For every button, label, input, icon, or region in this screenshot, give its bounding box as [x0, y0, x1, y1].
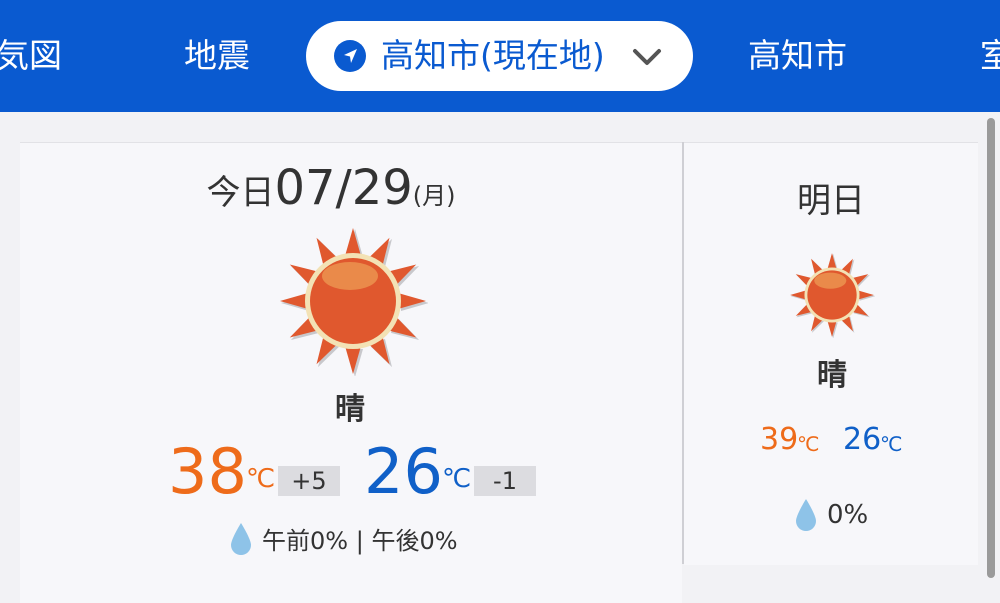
today-weekday: (月): [412, 182, 456, 210]
tab-earthquake[interactable]: 地震: [184, 33, 250, 79]
tab-kochi-city[interactable]: 高知市: [748, 33, 847, 79]
today-date-heading: 今日07/29(月): [0, 160, 662, 216]
tomorrow-weather-text: 晴: [817, 358, 847, 393]
tomorrow-high-unit: ℃: [797, 432, 820, 456]
current-location-label: 高知市(現在地): [381, 36, 605, 75]
today-high-unit: ℃: [246, 464, 276, 494]
today-rain-chance: 午前0% | 午後0%: [262, 524, 458, 558]
raindrop-icon: [231, 523, 251, 555]
location-arrow-icon: [334, 40, 366, 72]
sunny-icon: [790, 253, 875, 338]
today-low-temp: 26: [364, 435, 443, 508]
chevron-down-icon: [633, 49, 661, 65]
sunny-icon: [280, 228, 428, 376]
tomorrow-low-unit: ℃: [880, 432, 903, 456]
tomorrow-rain-chance: 0%: [827, 500, 869, 530]
today-high-temp: 38: [168, 435, 247, 508]
today-date: 07/29: [274, 160, 413, 216]
rain-am: 午前0%: [262, 527, 349, 555]
tomorrow-high-temp: 39: [760, 422, 799, 457]
today-low-diff: -1: [474, 466, 536, 496]
current-location-selector[interactable]: 高知市(現在地): [306, 21, 693, 91]
today-label: 今日: [206, 173, 275, 213]
raindrop-icon: [796, 499, 816, 531]
today-high-diff: +5: [278, 466, 340, 496]
scrollbar[interactable]: [987, 118, 995, 578]
tab-muroto[interactable]: 室: [980, 33, 1000, 79]
tomorrow-low-temp: 26: [843, 422, 882, 457]
tomorrow-label: 明日: [797, 181, 865, 221]
location-tab-bar: 気図 地震 高知市(現在地) 高知市 室: [0, 0, 1000, 112]
rain-separator: |: [355, 527, 364, 555]
rain-pm: 午後0%: [371, 527, 458, 555]
today-weather-text: 晴: [335, 392, 365, 427]
tab-weather-map[interactable]: 気図: [0, 33, 62, 79]
today-low-unit: ℃: [442, 464, 472, 494]
